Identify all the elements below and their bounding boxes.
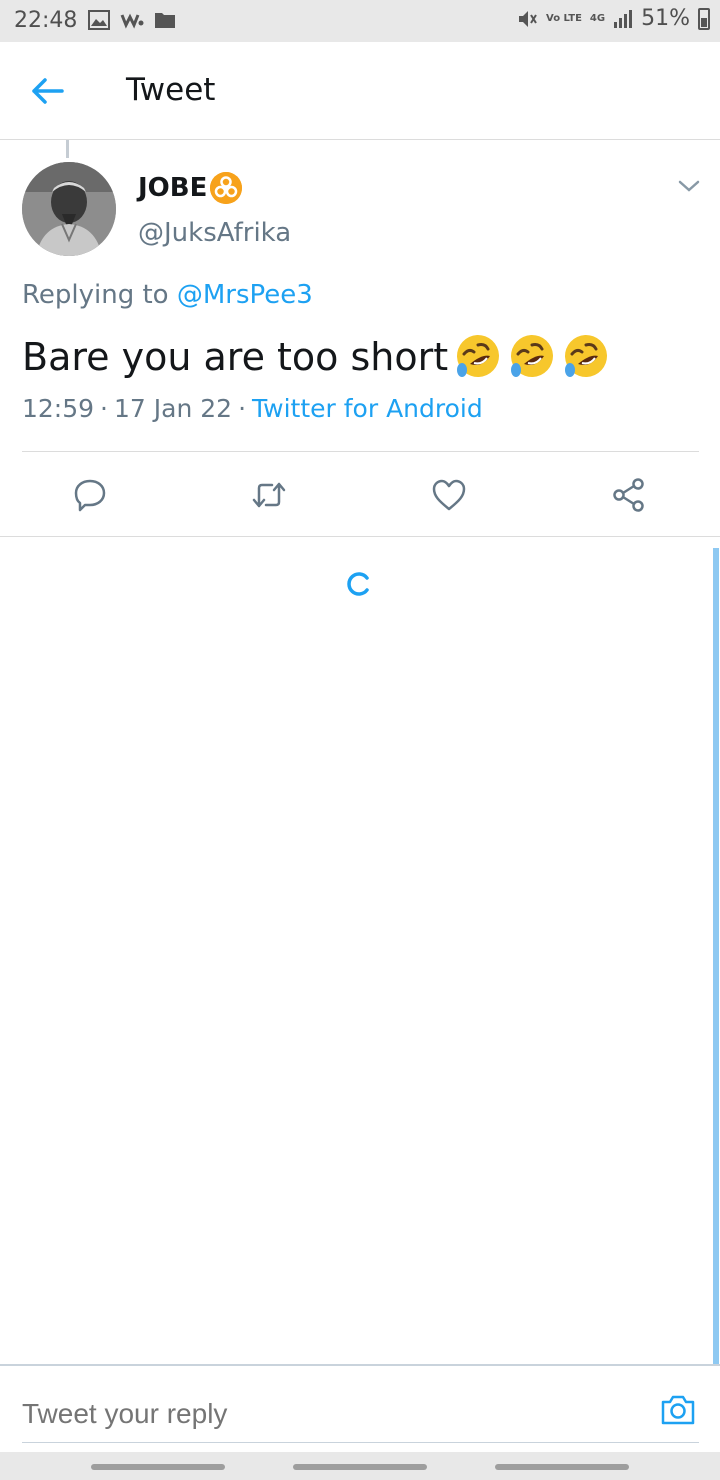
tweet-source-link[interactable]: Twitter for Android — [252, 394, 483, 423]
tweet-username[interactable]: @JuksAfrika — [138, 218, 291, 248]
image-icon — [88, 10, 110, 30]
chevron-down-icon[interactable] — [676, 176, 702, 196]
retweet-icon[interactable] — [250, 476, 288, 514]
tweet-actions — [0, 452, 720, 536]
loading-spinner-icon — [347, 572, 369, 596]
signal-icon — [614, 9, 633, 28]
rolling-laughing-emoji — [511, 335, 554, 377]
network-4g-icon: 4G — [589, 12, 606, 24]
reply-input[interactable] — [22, 1394, 622, 1434]
music-icon — [120, 13, 144, 29]
rolling-laughing-emoji — [565, 335, 608, 377]
camera-icon[interactable] — [660, 1392, 696, 1428]
replying-prefix: Replying to — [22, 280, 177, 310]
tweet-time: 12:59 — [22, 394, 95, 423]
share-icon[interactable] — [610, 476, 648, 514]
volte-icon: Vo LTE — [546, 12, 582, 24]
tweet-text: Bare you are too short — [22, 332, 610, 382]
system-nav-bar — [0, 1452, 720, 1480]
reply-underline — [22, 1442, 699, 1443]
page-title: Tweet — [126, 72, 216, 108]
status-bar: 22:48 Vo LTE 4G 51% — [0, 0, 720, 42]
scrollbar[interactable] — [713, 548, 719, 1364]
avatar[interactable] — [22, 162, 116, 256]
folder-icon — [155, 13, 175, 28]
status-right-icons: Vo LTE 4G 51% — [516, 6, 710, 31]
thread-line — [66, 140, 69, 158]
reply-icon[interactable] — [71, 476, 109, 514]
nav-back-button[interactable] — [495, 1464, 629, 1470]
replying-mention-link[interactable]: @MrsPee3 — [177, 280, 313, 310]
meta-separator: · — [238, 394, 247, 423]
back-arrow-icon[interactable] — [30, 76, 66, 106]
battery-icon — [698, 7, 710, 30]
divider — [0, 536, 720, 537]
tweet-date: 17 Jan 22 — [114, 394, 233, 423]
tweet-meta: 12:59 · 17 Jan 22 · Twitter for Android — [22, 394, 483, 423]
avatar-image — [22, 162, 116, 256]
reply-bar-border — [0, 1364, 720, 1366]
nav-home-button[interactable] — [293, 1464, 427, 1470]
nav-recents-button[interactable] — [91, 1464, 225, 1470]
display-name-text: JOBE — [138, 173, 208, 203]
tweet-author-name[interactable]: JOBE — [138, 172, 243, 204]
rolling-laughing-emoji — [457, 335, 500, 377]
status-time: 22:48 — [14, 8, 78, 33]
status-left-icons — [88, 10, 176, 30]
like-icon[interactable] — [430, 476, 468, 514]
mute-icon — [519, 10, 537, 27]
meta-separator: · — [100, 394, 108, 423]
biohazard-icon — [210, 172, 243, 204]
top-app-bar: Tweet — [0, 42, 720, 140]
replying-to: Replying to @MrsPee3 — [22, 280, 313, 310]
battery-percent: 51% — [641, 6, 690, 31]
tweet-text-content: Bare you are too short — [22, 335, 449, 379]
